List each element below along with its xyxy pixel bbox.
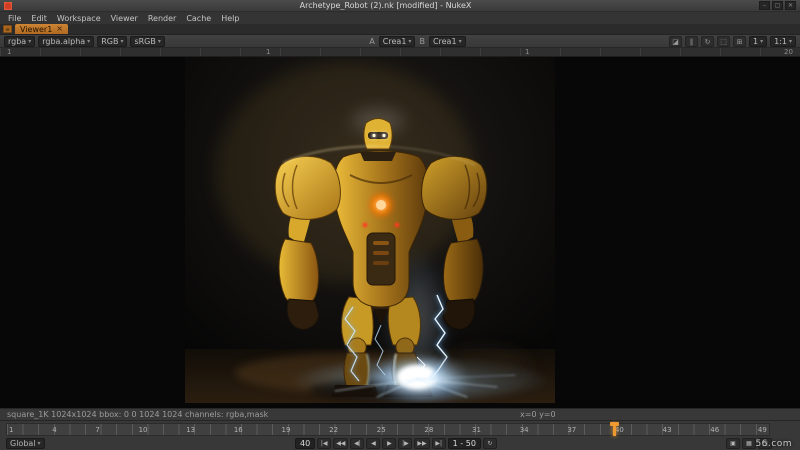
alpha-channel-dropdown[interactable]: rgba.alpha ▾ — [38, 35, 95, 47]
menu-file[interactable]: File — [3, 13, 26, 24]
close-button[interactable]: ✕ — [785, 1, 796, 10]
pause-icon[interactable]: ∥ — [685, 35, 698, 47]
window-controls: – ▢ ✕ — [759, 1, 796, 10]
downrez-dropdown[interactable]: 1 ▾ — [749, 35, 768, 47]
rendered-image[interactable] — [185, 57, 555, 403]
chevron-down-icon: ▾ — [458, 37, 462, 45]
strip-mark: 20 — [784, 48, 793, 56]
strip-mark: 1 — [525, 48, 530, 56]
window-title: Archetype_Robot (2).nk [modified] - Nuke… — [299, 1, 472, 10]
ruler-number: 22 — [329, 425, 339, 434]
chevron-down-icon: ▾ — [408, 37, 412, 45]
format-info: square_1K 1024x1024 bbox: 0 0 1024 1024 … — [7, 410, 269, 419]
ruler-number: 19 — [281, 425, 291, 434]
ruler-number: 7 — [95, 425, 100, 434]
pane-menu-icon[interactable]: ≡ — [3, 25, 12, 33]
viewer-toolbar: rgba ▾ rgba.alpha ▾ RGB ▾ sRGB ▾ A Crea1… — [0, 35, 800, 48]
layer-dropdown[interactable]: rgba ▾ — [4, 35, 36, 47]
viewer-guides-strip: 1 1 1 20 — [0, 48, 800, 57]
menu-bar: File Edit Workspace Viewer Render Cache … — [0, 13, 800, 24]
chevron-down-icon: ▾ — [87, 37, 91, 45]
step-forward-button[interactable]: |▶ — [398, 438, 413, 449]
ruler-number: 49 — [757, 425, 767, 434]
strip-mark: 1 — [266, 48, 271, 56]
close-icon[interactable]: × — [56, 24, 63, 34]
menu-help[interactable]: Help — [216, 13, 244, 24]
input-a-dropdown[interactable]: Crea1 ▾ — [378, 35, 416, 47]
tab-viewer1-label: Viewer1 — [20, 24, 53, 34]
chevron-down-icon: ▾ — [37, 440, 41, 447]
roi-icon[interactable]: ⬚ — [717, 35, 730, 47]
chevron-down-icon: ▾ — [28, 37, 32, 45]
ruler-number: 25 — [376, 425, 386, 434]
input-a-label: A — [369, 36, 375, 46]
audio-icon[interactable]: ▦ — [742, 438, 756, 449]
display-channels-dropdown[interactable]: RGB ▾ — [97, 35, 128, 47]
timeline-panel: 1 4 7 10 13 16 19 22 25 28 31 34 37 40 4… — [0, 420, 800, 450]
chevron-down-icon: ▾ — [788, 37, 792, 45]
menu-workspace[interactable]: Workspace — [52, 13, 106, 24]
watermark: 56.com — [755, 439, 792, 449]
viewer-canvas[interactable] — [0, 57, 800, 408]
loop-mode-icon[interactable]: ↻ — [482, 438, 497, 449]
frame-ruler[interactable]: 1 4 7 10 13 16 19 22 25 28 31 34 37 40 4… — [6, 422, 770, 436]
chevron-down-icon: ▾ — [120, 37, 124, 45]
framing-grid-icon[interactable]: ⊞ — [733, 35, 746, 47]
ruler-number: 31 — [472, 425, 481, 434]
ruler-number: 43 — [662, 425, 672, 434]
previous-keyframe-button[interactable]: ◀◀ — [333, 438, 349, 449]
lock-range-icon[interactable]: ▣ — [726, 438, 740, 449]
strip-mark: 1 — [7, 48, 12, 56]
refresh-icon[interactable]: ↻ — [701, 35, 714, 47]
chevron-down-icon: ▾ — [157, 37, 161, 45]
nuke-app-icon — [4, 1, 12, 10]
nukex-window: Archetype_Robot (2).nk [modified] - Nuke… — [0, 0, 800, 450]
proxy-toggle-icon[interactable]: ◪ — [669, 35, 682, 47]
ruler-numbers: 1 4 7 10 13 16 19 22 25 28 31 34 37 40 4… — [9, 424, 767, 435]
current-frame-field[interactable]: 40 — [295, 438, 316, 449]
ruler-number: 46 — [710, 425, 720, 434]
ruler-number: 16 — [233, 425, 243, 434]
step-back-button[interactable]: ◀| — [350, 438, 365, 449]
play-forward-button[interactable]: ▶ — [382, 438, 397, 449]
cursor-position: x=0 y=0 — [520, 410, 556, 419]
ruler-number: 10 — [138, 425, 148, 434]
ruler-number: 28 — [424, 425, 434, 434]
title-bar: Archetype_Robot (2).nk [modified] - Nuke… — [0, 0, 800, 12]
menu-render[interactable]: Render — [143, 13, 181, 24]
playhead[interactable] — [610, 422, 620, 436]
ruler-number: 13 — [186, 425, 196, 434]
viewer-status-bar: square_1K 1024x1024 bbox: 0 0 1024 1024 … — [0, 408, 800, 420]
input-b-dropdown[interactable]: Crea1 ▾ — [428, 35, 466, 47]
zoom-dropdown[interactable]: 1:1 ▾ — [770, 35, 796, 47]
chevron-down-icon: ▾ — [760, 37, 764, 45]
minimize-button[interactable]: – — [759, 1, 770, 10]
menu-edit[interactable]: Edit — [26, 13, 52, 24]
menu-cache[interactable]: Cache — [181, 13, 216, 24]
pane-tab-bar: ≡ Viewer1 × — [0, 24, 800, 35]
frame-range-mode-dropdown[interactable]: Global ▾ — [6, 438, 45, 449]
frame-range-field[interactable]: 1 - 50 — [447, 438, 481, 449]
transport-bar: Global ▾ 40 |◀ ◀◀ ◀| ◀ ▶ |▶ ▶▶ ▶| 1 - 50… — [0, 437, 800, 450]
menu-viewer[interactable]: Viewer — [106, 13, 143, 24]
input-b-label: B — [419, 36, 425, 46]
go-to-end-button[interactable]: ▶| — [431, 438, 446, 449]
colorspace-dropdown[interactable]: sRGB ▾ — [130, 35, 165, 47]
maximize-button[interactable]: ▢ — [772, 1, 783, 10]
play-backward-button[interactable]: ◀ — [366, 438, 381, 449]
tab-viewer1[interactable]: Viewer1 × — [15, 24, 68, 34]
next-keyframe-button[interactable]: ▶▶ — [414, 438, 430, 449]
ruler-number: 34 — [519, 425, 529, 434]
ruler-number: 4 — [52, 425, 57, 434]
robot-render-image — [185, 57, 555, 403]
go-to-start-button[interactable]: |◀ — [317, 438, 332, 449]
playhead-handle[interactable] — [610, 422, 620, 426]
ruler-number: 1 — [9, 425, 14, 434]
ruler-number: 37 — [567, 425, 577, 434]
